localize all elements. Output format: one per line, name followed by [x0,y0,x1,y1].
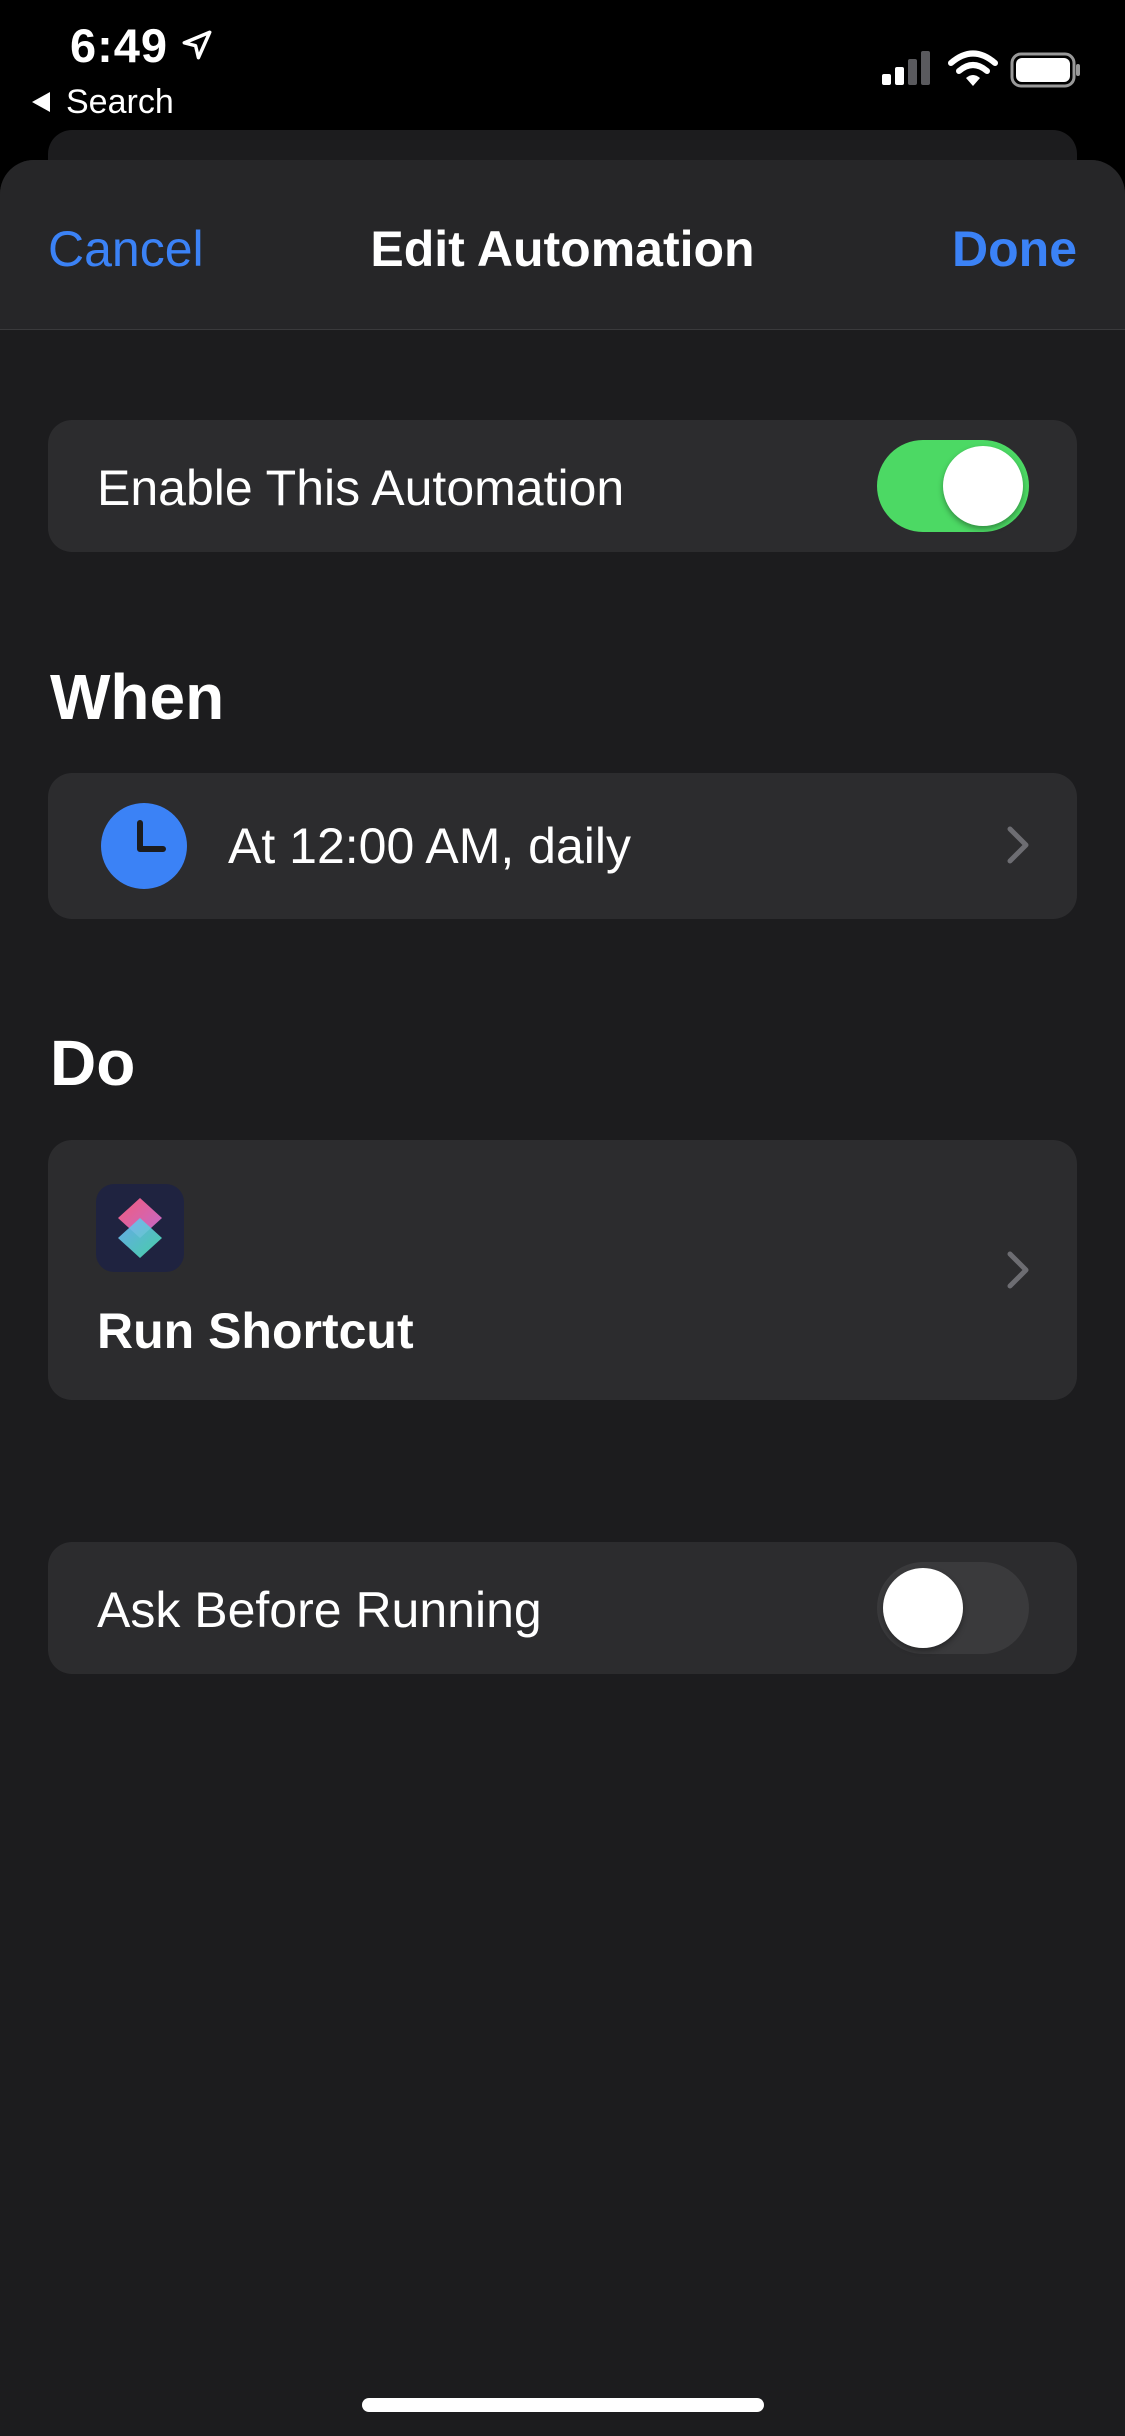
done-button[interactable]: Done [952,220,1077,278]
toggle-knob [883,1568,963,1648]
edit-automation-sheet: Cancel Edit Automation Done Enable This … [0,160,1125,2436]
wifi-icon [948,50,998,86]
ask-before-running-label: Ask Before Running [97,1582,542,1638]
enable-automation-row: Enable This Automation [48,420,1077,552]
do-section-header: Do [50,1027,136,1099]
enable-automation-label: Enable This Automation [97,460,625,516]
cellular-signal-icon [882,51,930,85]
chevron-right-icon [1007,1251,1029,1289]
back-label: Search [66,82,174,121]
when-section-header: When [50,661,225,733]
location-arrow-icon [182,30,212,60]
do-action-label: Run Shortcut [97,1303,414,1359]
status-bar: 6:49 Search [0,0,1125,135]
when-trigger-label: At 12:00 AM, daily [228,818,632,874]
navigation-bar: Cancel Edit Automation Done [0,160,1125,330]
when-trigger-row[interactable]: At 12:00 AM, daily [48,773,1077,919]
ask-before-running-toggle[interactable] [877,1562,1029,1654]
back-to-search-button[interactable]: Search [32,80,174,124]
ask-before-running-row: Ask Before Running [48,1542,1077,1674]
toggle-knob [943,446,1023,526]
home-indicator[interactable] [362,2398,764,2412]
do-action-row[interactable]: Run Shortcut [48,1140,1077,1400]
chevron-right-icon [1007,826,1029,864]
status-time: 6:49 [70,19,169,72]
shortcuts-app-icon [96,1184,184,1272]
page-title: Edit Automation [370,221,755,277]
battery-icon [1010,52,1080,88]
clock-icon [101,803,187,889]
enable-automation-toggle[interactable] [877,440,1029,532]
back-triangle-icon [32,92,50,112]
